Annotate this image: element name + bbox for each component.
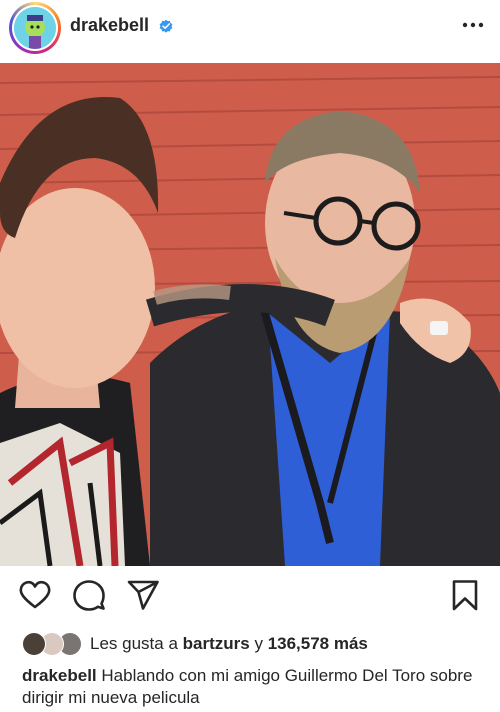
avatar-inner bbox=[12, 5, 58, 51]
post-photo[interactable] bbox=[0, 63, 500, 566]
likes-prefix: Les gusta a bbox=[90, 634, 178, 653]
send-icon[interactable] bbox=[126, 578, 160, 612]
post-header: drakebell bbox=[0, 0, 500, 62]
likes-count-link[interactable]: 136,578 más bbox=[268, 634, 368, 654]
likes-row: Les gusta a bartzurs y 136,578 más bbox=[22, 632, 368, 656]
likes-user-link[interactable]: bartzurs bbox=[183, 634, 250, 654]
action-bar bbox=[0, 578, 500, 622]
verified-badge-icon bbox=[158, 18, 174, 34]
heart-icon[interactable] bbox=[18, 578, 52, 612]
avatar-image bbox=[14, 7, 56, 49]
caption-username[interactable]: drakebell bbox=[22, 666, 97, 685]
more-options-icon[interactable] bbox=[460, 14, 486, 36]
profile-avatar[interactable] bbox=[9, 2, 61, 54]
liker-avatars[interactable] bbox=[22, 632, 84, 656]
likes-connector: y bbox=[254, 634, 263, 653]
liker-avatar bbox=[22, 632, 46, 656]
post-caption: drakebell Hablando con mi amigo Guillerm… bbox=[22, 665, 492, 709]
bookmark-icon[interactable] bbox=[448, 578, 482, 612]
comment-icon[interactable] bbox=[72, 578, 106, 612]
post-username[interactable]: drakebell bbox=[70, 15, 149, 36]
